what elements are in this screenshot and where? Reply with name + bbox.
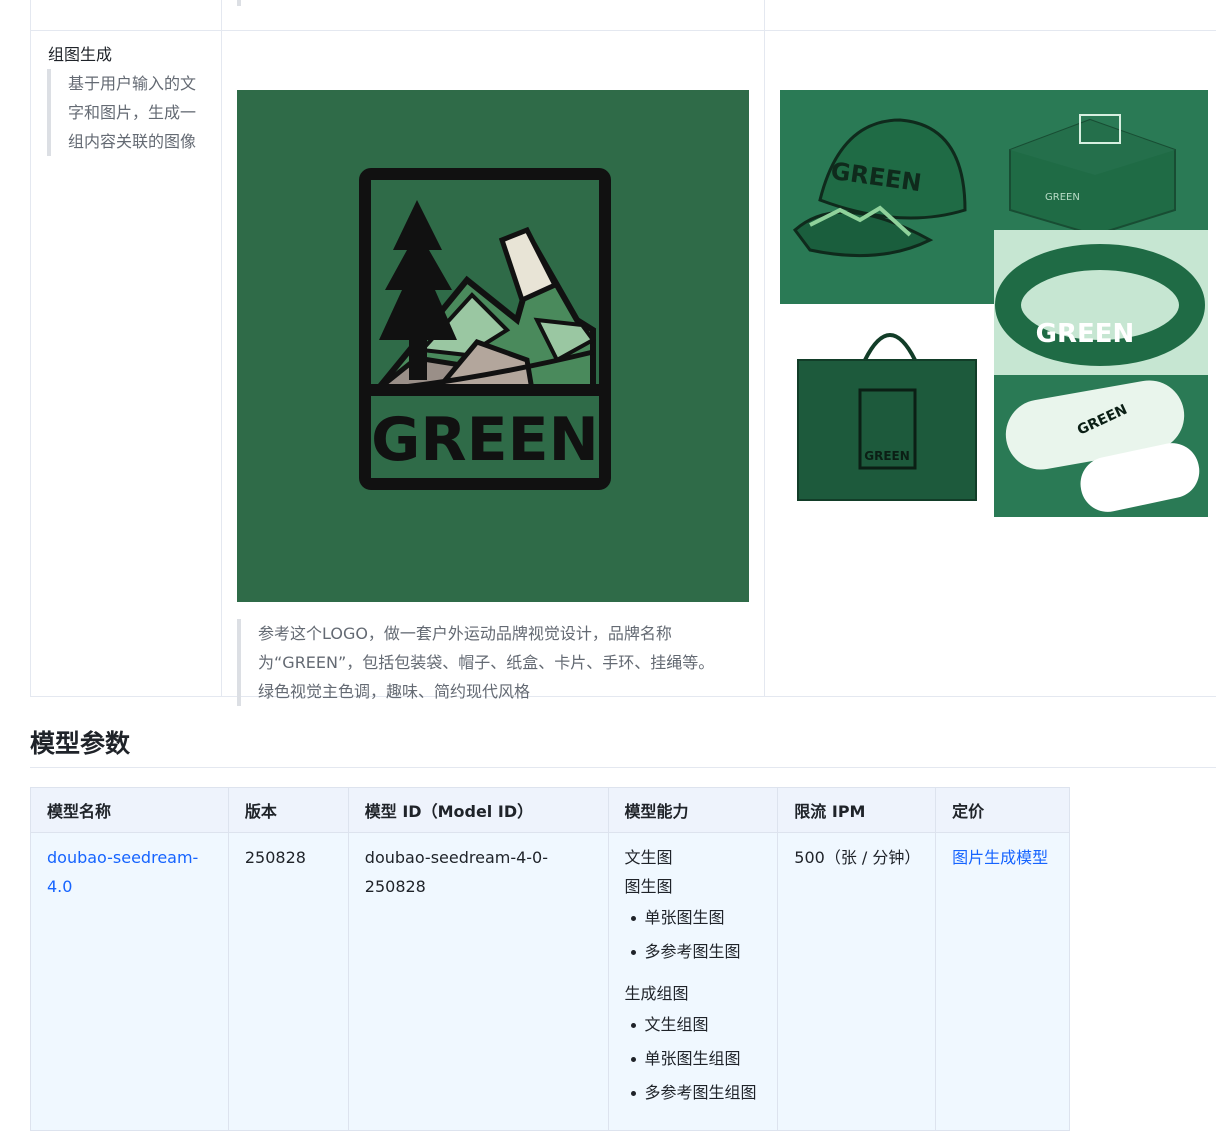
image-to-image-list: 单张图生图 多参考图生图 <box>625 901 762 969</box>
example-table: 组图生成 基于用户输入的文字和图片，生成一组内容关联的图像 GREEN 参考这个… <box>30 0 1216 706</box>
cell-version: 250828 <box>227 832 349 1131</box>
header-model-id: 模型 ID（Model ID） <box>347 787 609 833</box>
model-name-link[interactable]: doubao-seedream-4.0 <box>47 848 198 896</box>
section-divider <box>30 767 1216 768</box>
header-rate-limit: 限流 IPM <box>777 787 937 833</box>
bracelet-text: GREEN <box>1036 319 1135 349</box>
cell-capabilities: 文生图 图生图 单张图生图 多参考图生图 生成组图 文生组图 单张图生组图 多参… <box>607 832 779 1131</box>
list-item: 多参考图生组图 <box>625 1076 762 1110</box>
cap-text-to-image: 文生图 <box>624 848 673 867</box>
cap-group-generation: 生成组图 <box>624 984 689 1003</box>
list-item: 单张图生组图 <box>625 1042 762 1076</box>
cell-pricing: 图片生成模型 <box>935 832 1070 1131</box>
box-text: GREEN <box>1045 192 1080 203</box>
green-logo-illustration: GREEN <box>237 90 749 602</box>
feature-title: 组图生成 <box>48 45 113 64</box>
list-item: 多参考图生图 <box>625 935 762 969</box>
model-params-table: 模型名称 版本 模型 ID（Model ID） 模型能力 限流 IPM 定价 d… <box>30 787 1070 1131</box>
params-header-row: 模型名称 版本 模型 ID（Model ID） 模型能力 限流 IPM 定价 <box>30 787 1070 833</box>
feature-description: 基于用户输入的文字和图片，生成一组内容关联的图像 <box>47 69 197 156</box>
logo-text: GREEN <box>371 405 599 475</box>
table-row: doubao-seedream-4.0 250828 doubao-seedre… <box>30 832 1070 1131</box>
list-item: 单张图生图 <box>625 901 762 935</box>
cell-model-name: doubao-seedream-4.0 <box>30 832 229 1131</box>
pricing-link[interactable]: 图片生成模型 <box>952 848 1048 867</box>
cell-model-id: doubao-seedream-4-0-250828 <box>347 832 609 1131</box>
cell-rate-limit: 500（张 / 分钟） <box>777 832 937 1131</box>
output-image-collage: GREEN GREEN GREEN GREEN GREEN <box>780 90 1208 517</box>
product-mockups: GREEN GREEN GREEN GREEN GREEN <box>780 90 1208 517</box>
cap-image-to-image: 图生图 <box>624 877 673 896</box>
header-capabilities: 模型能力 <box>607 787 779 833</box>
prompt-text: 参考这个LOGO，做一套户外运动品牌视觉设计，品牌名称为“GREEN”，包括包装… <box>237 619 717 706</box>
header-version: 版本 <box>227 787 349 833</box>
bag-text: GREEN <box>864 449 910 463</box>
example-row-previous <box>31 0 1216 31</box>
input-logo-image: GREEN <box>237 90 749 602</box>
header-pricing: 定价 <box>935 787 1070 833</box>
header-model-name: 模型名称 <box>30 787 229 833</box>
group-generation-list: 文生组图 单张图生组图 多参考图生组图 <box>625 1008 762 1110</box>
example-row-group-generation: 组图生成 基于用户输入的文字和图片，生成一组内容关联的图像 GREEN 参考这个… <box>31 31 1216 706</box>
section-title: 模型参数 <box>30 729 131 758</box>
bag-mockup: GREEN <box>797 333 977 501</box>
list-item: 文生组图 <box>625 1008 762 1042</box>
